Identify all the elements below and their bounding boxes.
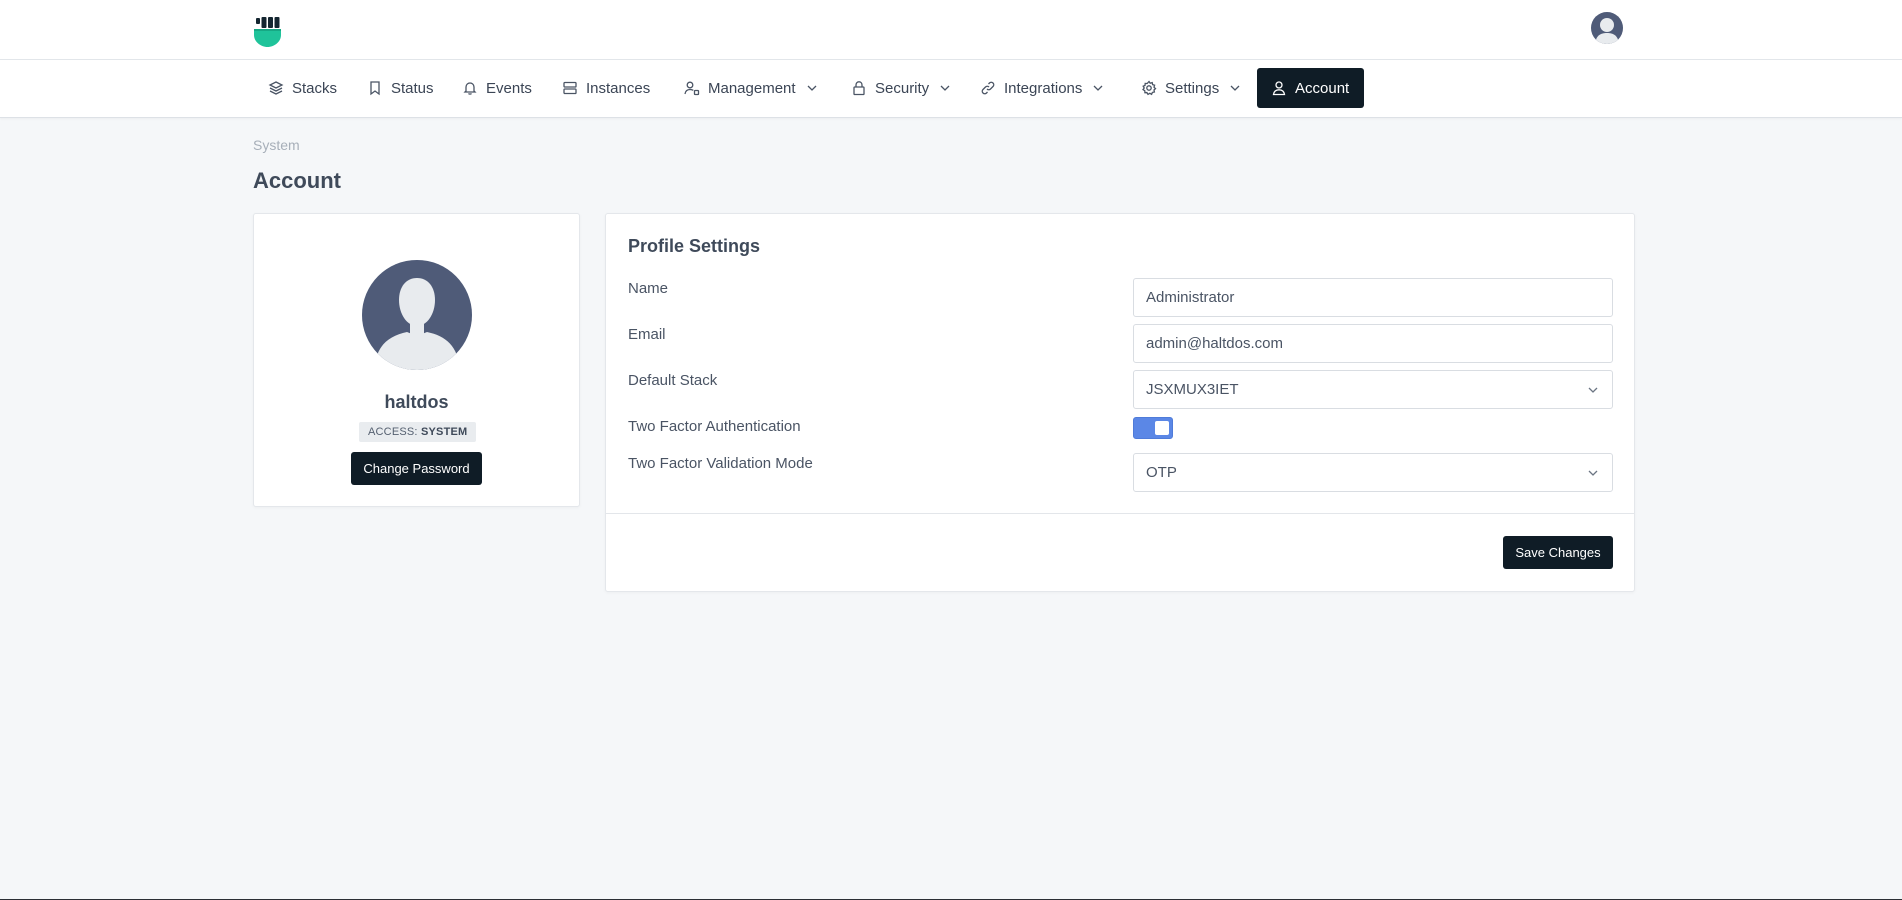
card-divider [606,513,1634,514]
profile-settings-card: Profile Settings Name Administrator Emai… [605,213,1635,592]
access-badge-value: SYSTEM [420,426,468,438]
validation-mode-label: Two Factor Validation Mode [628,455,813,472]
page-title: Account [253,168,341,193]
nav-events[interactable]: Events [454,68,540,108]
haltdos-logo[interactable] [253,17,283,48]
two-factor-label: Two Factor Authentication [628,418,801,435]
gear-icon [1142,80,1157,96]
nav-integrations-label: Integrations [1004,79,1083,97]
top-header [0,0,1902,60]
nav-integrations[interactable]: Integrations [972,68,1112,108]
validation-mode-value: OTP [1146,464,1177,481]
two-factor-toggle[interactable] [1133,417,1173,439]
chevron-down-icon [1588,387,1598,393]
lock-icon [853,81,865,96]
profile-username: haltdos [384,392,449,412]
main-navigation: Stacks Status Events Instances Managemen… [0,60,1902,118]
validation-mode-select[interactable]: OTP [1133,453,1613,492]
nav-stacks-label: Stacks [292,79,338,97]
email-label: Email [628,326,666,343]
nav-status[interactable]: Status [359,68,442,108]
link-icon [981,81,995,95]
nav-account-label: Account [1295,79,1350,97]
name-field-value: Administrator [1146,289,1235,306]
name-label: Name [628,280,669,297]
access-badge-label: ACCESS: [368,426,418,438]
nav-events-label: Events [486,79,532,97]
default-stack-label: Default Stack [628,372,718,389]
chevron-down-icon [807,85,817,91]
nav-settings-label: Settings [1165,79,1220,97]
chevron-down-icon [1093,85,1103,91]
layers-icon [268,81,284,95]
chevron-down-icon [940,85,950,91]
user-icon [1272,81,1286,96]
chevron-down-icon [1230,85,1240,91]
server-icon [563,81,577,95]
nav-instances-label: Instances [586,79,651,97]
profile-card: haltdos ACCESS: SYSTEM Change Password [253,213,580,507]
profile-settings-title: Profile Settings [628,236,761,256]
profile-avatar [362,260,472,370]
nav-security-label: Security [875,79,930,97]
toggle-knob [1155,421,1169,435]
bookmark-icon [370,81,380,96]
save-changes-button[interactable]: Save Changes [1503,536,1613,569]
breadcrumb[interactable]: System [253,137,300,153]
name-field[interactable]: Administrator [1133,278,1613,317]
nav-settings[interactable]: Settings [1133,68,1249,108]
nav-instances[interactable]: Instances [554,68,658,108]
nav-management-label: Management [708,79,796,97]
bell-icon [463,82,477,95]
user-cog-icon [684,81,700,96]
chevron-down-icon [1588,470,1598,476]
nav-account[interactable]: Account [1257,68,1364,108]
nav-stacks[interactable]: Stacks [260,68,345,108]
access-level-badge: ACCESS: SYSTEM [359,422,477,442]
default-stack-select[interactable]: JSXMUX3IET [1133,370,1613,409]
default-stack-value: JSXMUX3IET [1146,381,1239,398]
email-field[interactable]: admin@haltdos.com [1133,324,1613,363]
user-avatar-menu[interactable] [1591,12,1623,44]
nav-security[interactable]: Security [843,68,959,108]
email-field-value: admin@haltdos.com [1146,335,1283,352]
change-password-button[interactable]: Change Password [351,452,482,485]
nav-status-label: Status [391,79,434,97]
nav-management[interactable]: Management [676,68,826,108]
